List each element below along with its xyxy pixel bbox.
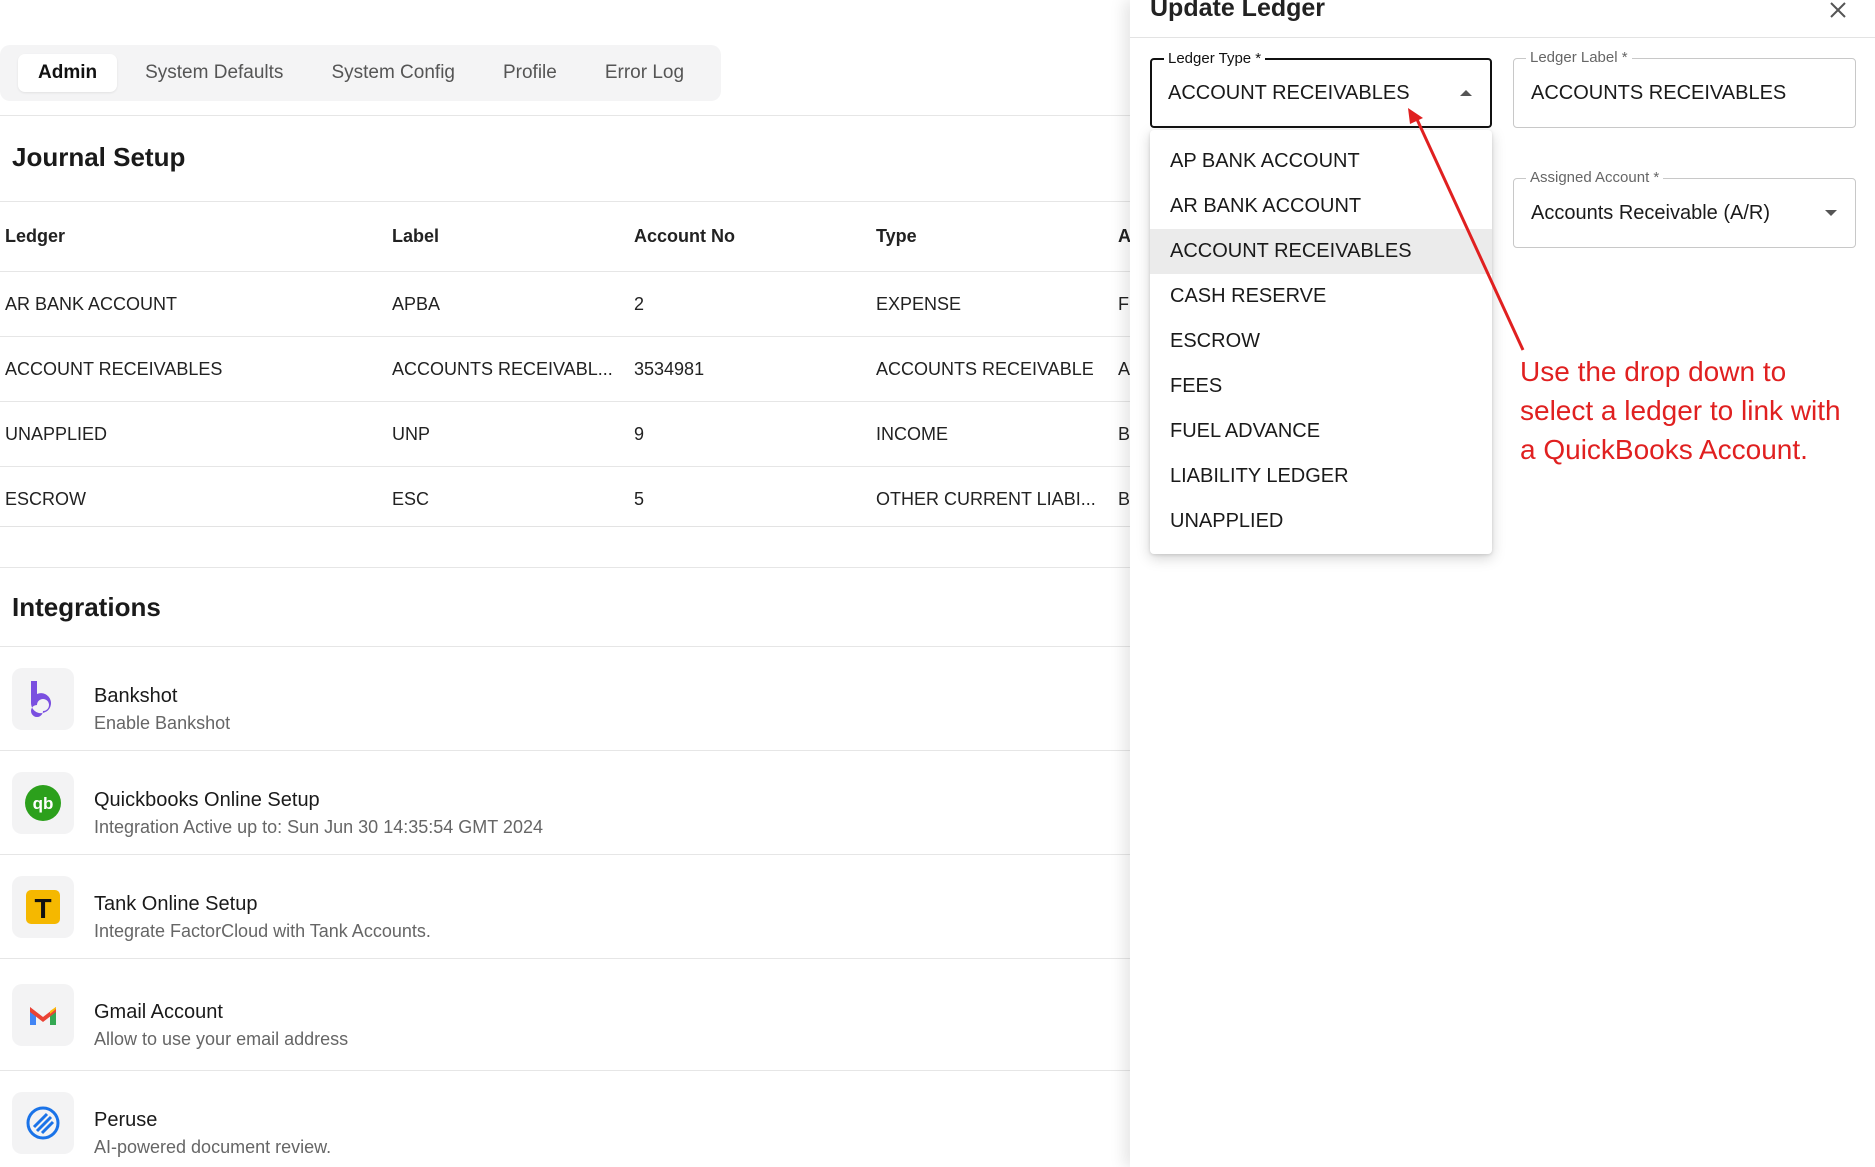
integration-name: Tank Online Setup (94, 893, 258, 915)
integration-description: Integration Active up to: Sun Jun 30 14:… (94, 817, 543, 837)
caret-up-icon (1460, 90, 1472, 96)
cell-account-no: 2 (634, 293, 645, 314)
integration-description: Enable Bankshot (94, 713, 231, 733)
column-header-type[interactable]: Type (876, 202, 1106, 271)
journal-setup-card: Journal Setup Ledger Label Account No Ty… (0, 115, 1130, 527)
close-icon (1830, 2, 1846, 18)
journal-setup-title: Journal Setup (12, 142, 186, 172)
menu-item[interactable]: FEES (1150, 364, 1492, 409)
drawer-divider (1130, 37, 1875, 38)
admin-page: Admin System Defaults System Config Prof… (0, 0, 1130, 1167)
integration-name: Bankshot (94, 685, 178, 707)
assigned-account-select[interactable]: Assigned Account * Accounts Receivable (… (1513, 169, 1856, 248)
integration-name: Gmail Account (94, 1001, 223, 1023)
cell-account-no: 5 (634, 489, 645, 509)
integration-name: Quickbooks Online Setup (94, 789, 320, 811)
table-row[interactable]: UNAPPLIED UNP 9 INCOME B (0, 402, 1130, 467)
annotation-line: select a ledger to link with (1520, 395, 1841, 426)
cell-type: EXPENSE (876, 293, 962, 314)
cell-label: APBA (392, 293, 441, 314)
column-header-account-no[interactable]: Account No (634, 202, 864, 271)
menu-item[interactable]: CASH RESERVE (1150, 274, 1492, 319)
cell-truncated: F (1118, 293, 1129, 314)
menu-item[interactable]: AR BANK ACCOUNT (1150, 184, 1492, 229)
ledger-type-value: ACCOUNT RECEIVABLES (1168, 81, 1410, 104)
integration-bankshot[interactable]: Bankshot Enable Bankshot (0, 647, 1130, 751)
integrations-title: Integrations (12, 592, 161, 622)
integrations-list: Bankshot Enable Bankshot qb Quickbooks O… (0, 646, 1130, 1167)
table-header-row: Ledger Label Account No Type A (0, 202, 1130, 272)
integration-quickbooks[interactable]: qb Quickbooks Online Setup Integration A… (0, 751, 1130, 855)
tab-admin[interactable]: Admin (18, 54, 118, 92)
ledger-label-field[interactable]: Ledger Label * ACCOUNTS RECEIVABLES (1513, 49, 1856, 128)
menu-item[interactable]: AP BANK ACCOUNT (1150, 139, 1492, 184)
cell-account-no: 3534981 (634, 358, 705, 379)
column-header-label[interactable]: Label (392, 202, 622, 271)
menu-item-selected[interactable]: ACCOUNT RECEIVABLES (1150, 229, 1492, 274)
integration-description: AI-powered document review. (94, 1137, 332, 1157)
cell-label: ESC (392, 489, 430, 509)
integration-description: Allow to use your email address (94, 1029, 349, 1049)
quickbooks-icon: qb (12, 772, 74, 834)
cell-ledger: ESCROW (5, 489, 86, 509)
tab-error-log[interactable]: Error Log (585, 54, 704, 92)
cell-type: ACCOUNTS RECEIVABLE (876, 358, 1094, 379)
menu-item[interactable]: UNAPPLIED (1150, 499, 1492, 544)
cell-truncated: A (1118, 358, 1130, 379)
cell-truncated: B (1118, 423, 1130, 444)
tab-profile[interactable]: Profile (483, 54, 577, 92)
admin-tabs: Admin System Defaults System Config Prof… (0, 45, 721, 101)
menu-item[interactable]: ESCROW (1150, 319, 1492, 364)
integration-peruse[interactable]: Peruse AI-powered document review. (0, 1071, 1130, 1167)
integration-name: Peruse (94, 1109, 158, 1131)
cell-label: UNP (392, 423, 431, 444)
ledger-label-value: ACCOUNTS RECEIVABLES (1531, 81, 1787, 104)
journal-table: Ledger Label Account No Type A AR BANK A… (0, 201, 1130, 532)
cell-ledger: ACCOUNT RECEIVABLES (5, 358, 223, 379)
annotation-line: a QuickBooks Account. (1520, 434, 1808, 465)
integration-tank[interactable]: T Tank Online Setup Integrate FactorClou… (0, 855, 1130, 959)
cell-type: INCOME (876, 423, 948, 444)
column-header-ledger[interactable]: Ledger (5, 202, 385, 271)
peruse-icon (12, 1092, 74, 1154)
table-row[interactable]: ACCOUNT RECEIVABLES ACCOUNTS RECEIVABL..… (0, 337, 1130, 402)
close-button[interactable] (1822, 0, 1854, 20)
tab-system-config[interactable]: System Config (311, 54, 475, 92)
annotation-line: Use the drop down to (1520, 356, 1787, 387)
drawer-title: Update Ledger (1150, 0, 1326, 22)
tab-system-defaults[interactable]: System Defaults (125, 54, 303, 92)
cell-label: ACCOUNTS RECEIVABL... (392, 358, 613, 379)
cell-type: OTHER CURRENT LIABI... (876, 489, 1096, 509)
table-row[interactable]: AR BANK ACCOUNT APBA 2 EXPENSE F (0, 272, 1130, 337)
integration-description: Integrate FactorCloud with Tank Accounts… (94, 921, 431, 941)
bankshot-icon (12, 668, 74, 730)
cell-ledger: UNAPPLIED (5, 423, 108, 444)
ledger-type-select[interactable]: Ledger Type * ACCOUNT RECEIVABLES (1150, 50, 1492, 128)
gmail-icon (12, 984, 74, 1046)
cell-account-no: 9 (634, 423, 645, 444)
ledger-type-menu: AP BANK ACCOUNT AR BANK ACCOUNT ACCOUNT … (1150, 130, 1492, 554)
assigned-account-value: Accounts Receivable (A/R) (1531, 201, 1770, 224)
update-ledger-drawer: Update Ledger Ledger Type * ACCOUNT RECE… (1130, 0, 1875, 1167)
svg-text:T: T (34, 893, 51, 924)
integration-gmail[interactable]: Gmail Account Allow to use your email ad… (0, 959, 1130, 1071)
cell-truncated: B (1118, 489, 1130, 509)
svg-text:qb: qb (33, 794, 54, 813)
table-row[interactable]: ESCROW ESC 5 OTHER CURRENT LIABI... B (0, 467, 1130, 532)
cell-ledger: AR BANK ACCOUNT (5, 293, 178, 314)
caret-down-icon (1825, 210, 1837, 216)
menu-item[interactable]: LIABILITY LEDGER (1150, 454, 1492, 499)
column-header-truncated[interactable]: A (1118, 202, 1130, 271)
menu-item[interactable]: FUEL ADVANCE (1150, 409, 1492, 454)
tank-icon: T (12, 876, 74, 938)
annotation-note: Use the drop down to select a ledger to … (1520, 352, 1870, 469)
integrations-card: Integrations Bankshot Enable Bankshot qb (0, 567, 1130, 1167)
